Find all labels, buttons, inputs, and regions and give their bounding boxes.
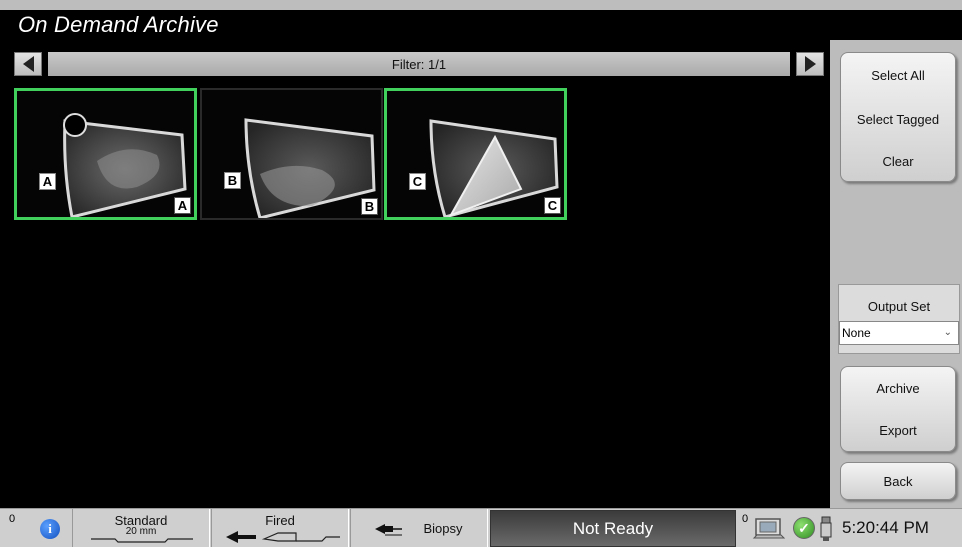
clock: 5:20:44 PM (842, 518, 929, 537)
clear-button[interactable]: Clear (841, 141, 955, 181)
not-ready-status: Not Ready (490, 510, 736, 547)
image-label-c: C (409, 173, 426, 190)
fired-status[interactable]: Fired (211, 509, 349, 547)
select-tagged-button[interactable]: Select Tagged (841, 98, 955, 141)
image-tag-a: A (174, 197, 191, 214)
computer-icon[interactable] (752, 516, 786, 542)
filter-label: Filter: 1/1 (48, 52, 790, 76)
archive-button[interactable]: Archive (841, 367, 955, 410)
image-tag-b: B (361, 198, 378, 215)
output-set-select[interactable]: None ⌄ (839, 321, 959, 345)
output-button-group: Archive Export (840, 366, 956, 452)
arrow-right-icon (804, 56, 816, 72)
thumbnail-c[interactable]: C C (384, 88, 567, 220)
arrow-left-icon (226, 531, 340, 543)
image-grid-area: Filter: 1/1 A A B B C C (10, 40, 830, 508)
filter-bar: Filter: 1/1 (10, 52, 830, 76)
title-bar: On Demand Archive (10, 10, 962, 40)
output-set-label: Output Set (867, 299, 931, 314)
thumbnail-b[interactable]: B B (200, 88, 383, 220)
sidebar: Select All Select Tagged Clear Output Se… (830, 40, 962, 508)
image-label-a: A (39, 173, 56, 190)
prev-filter-button[interactable] (14, 52, 42, 76)
arrow-left-icon (22, 56, 34, 72)
image-tag-c: C (544, 197, 561, 214)
output-set-value: None (842, 326, 871, 340)
back-button-group: Back (840, 462, 956, 500)
fired-label: Fired (265, 513, 295, 528)
app-title: On Demand Archive (18, 12, 219, 37)
biopsy-status[interactable]: Biopsy (350, 509, 488, 547)
next-filter-button[interactable] (796, 52, 824, 76)
thumbnail-a[interactable]: A A (14, 88, 197, 220)
check-icon[interactable]: ✓ (793, 517, 815, 539)
tube-icon[interactable] (818, 515, 834, 543)
back-button[interactable]: Back (841, 463, 955, 499)
selection-button-group: Select All Select Tagged Clear (840, 52, 956, 182)
image-label-b: B (224, 172, 241, 189)
paddle-size: 20 mm (125, 526, 157, 537)
output-set-panel: Output Set None ⌄ (838, 284, 960, 354)
status-bar: 0 i Standard 20 mm Fired Biopsy Not Read… (0, 508, 962, 547)
info-icon[interactable]: i (40, 519, 60, 539)
select-all-button[interactable]: Select All (841, 53, 955, 98)
export-button[interactable]: Export (841, 410, 955, 451)
left-count: 0 (9, 513, 16, 525)
paddle-status[interactable]: Standard 20 mm (72, 509, 210, 547)
top-strip (0, 0, 962, 10)
chevron-down-icon: ⌄ (943, 327, 952, 338)
right-count: 0 (742, 513, 749, 525)
